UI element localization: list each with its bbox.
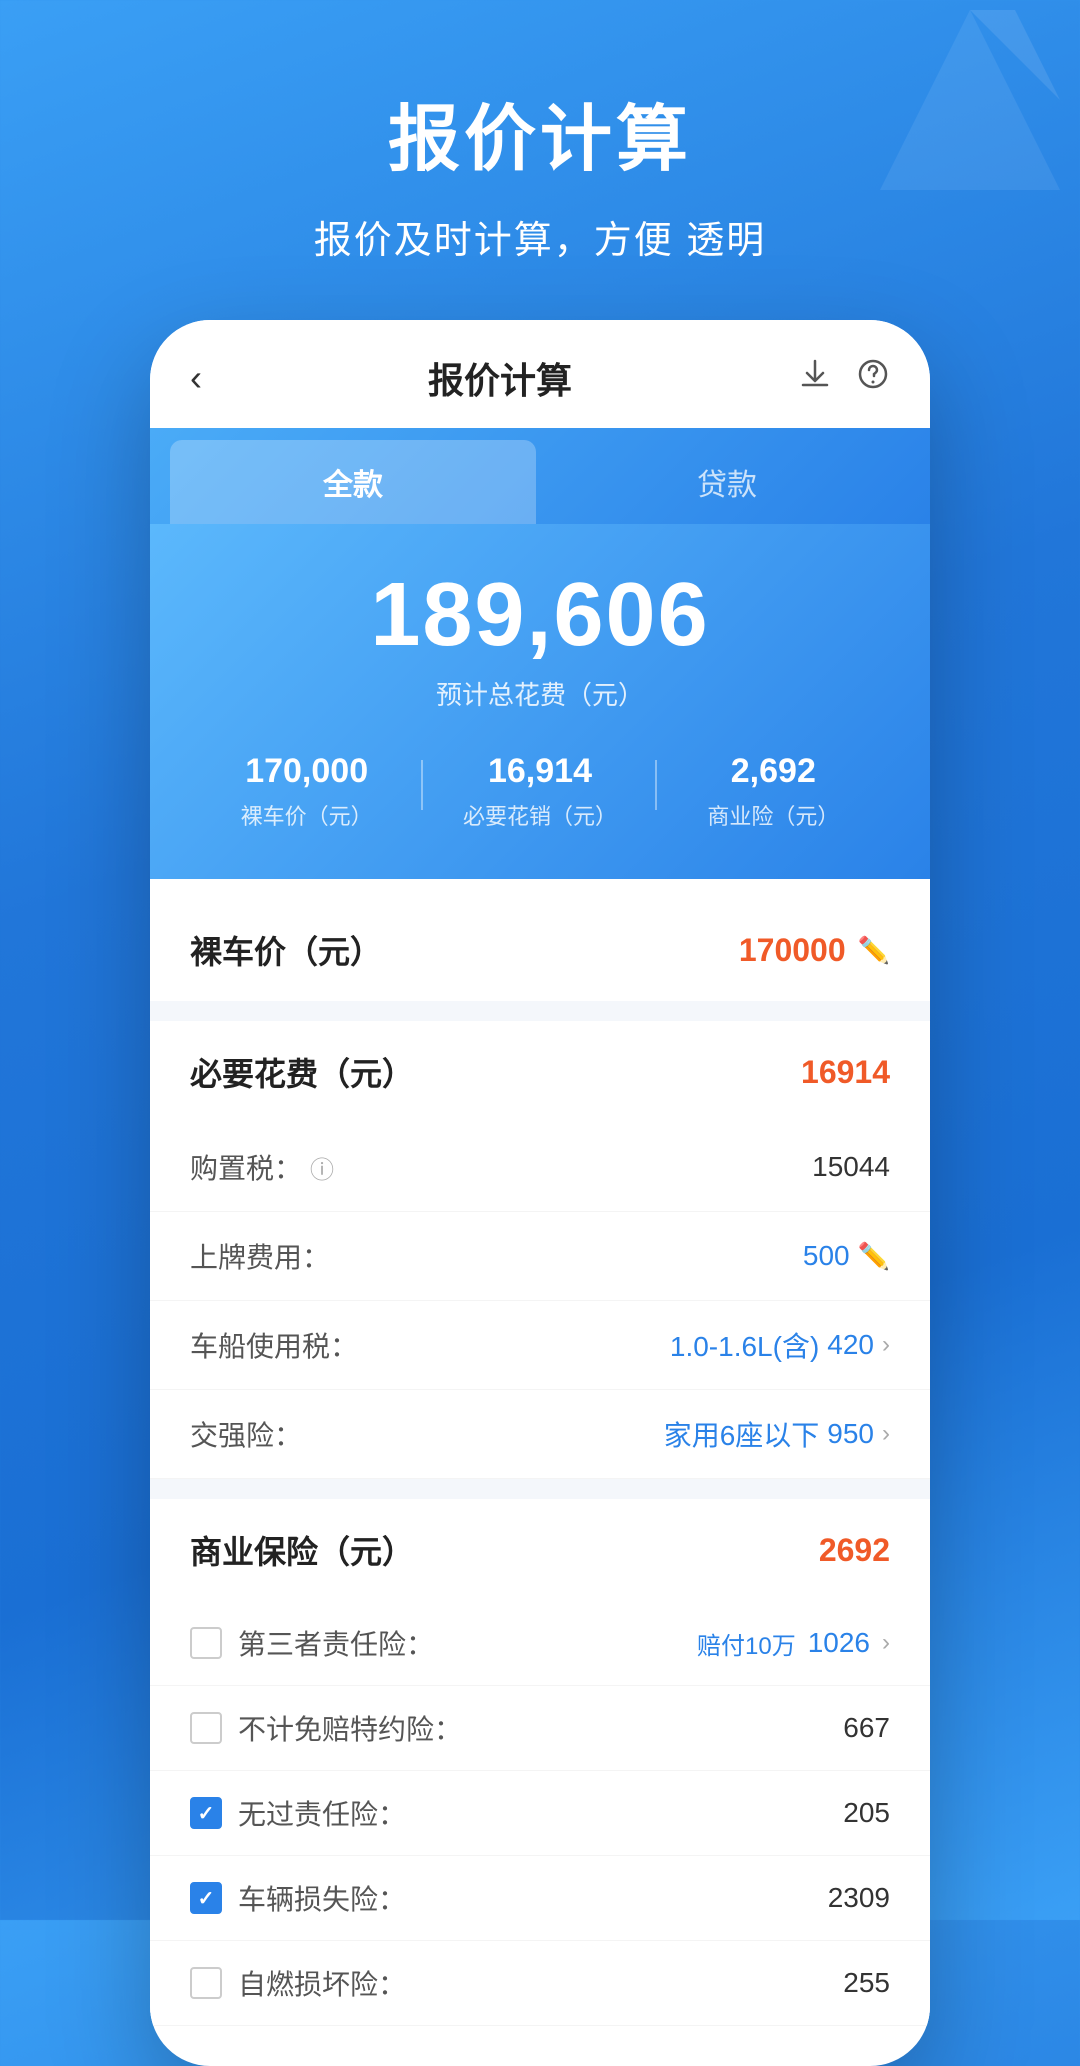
necessary-header: 必要花费（元） 16914 (190, 1049, 890, 1095)
vehicle-loss-value: 2309 (828, 1882, 890, 1914)
nav-title: 报价计算 (428, 352, 572, 404)
back-button[interactable]: ‹ (190, 357, 202, 399)
vehicle-loss-label: 车辆损失险： (238, 1878, 406, 1918)
tabs-bar: 全款 贷款 (150, 428, 930, 524)
necessary-value: 16,914 (423, 752, 656, 791)
spontaneous-combustion-checkbox[interactable] (190, 1967, 222, 1999)
spontaneous-combustion-left: 自燃损坏险： (190, 1963, 406, 2003)
no-deductible-right: 667 (843, 1712, 890, 1744)
necessary-section: 必要花费（元） 16914 (150, 1021, 930, 1123)
third-party-row: 第三者责任险： 赔付10万 1026 › (150, 1601, 930, 1686)
summary-insurance: 2,692 商业险（元） (657, 752, 890, 831)
summary-bare-car: 170,000 裸车价（元） (190, 752, 423, 831)
third-party-right[interactable]: 赔付10万 1026 › (697, 1626, 890, 1661)
total-label: 预计总花费（元） (190, 675, 890, 712)
registration-fee-label: 上牌费用： (190, 1236, 330, 1276)
summary-section: 189,606 预计总花费（元） 170,000 裸车价（元） 16,914 必… (150, 524, 930, 879)
compulsory-insurance-chevron: › (882, 1420, 890, 1448)
phone-nav: ‹ 报价计算 (150, 320, 930, 428)
third-party-value: 1026 (808, 1627, 870, 1659)
no-fault-label: 无过责任险： (238, 1793, 406, 1833)
no-fault-checkbox[interactable] (190, 1797, 222, 1829)
tab-loan[interactable]: 贷款 (544, 440, 910, 524)
necessary-title: 必要花费（元） (190, 1049, 414, 1095)
summary-necessary: 16,914 必要花销（元） (423, 752, 656, 831)
content-area: 裸车价（元） 170000 ✏️ 必要花费（元） 16914 购置税： ⓘ 15… (150, 899, 930, 2026)
third-party-checkbox[interactable] (190, 1627, 222, 1659)
no-fault-row: 无过责任险： 205 (150, 1771, 930, 1856)
purchase-tax-help-icon[interactable]: ⓘ (310, 1150, 334, 1185)
vehicle-tax-chevron: › (882, 1331, 890, 1359)
commercial-insurance-section: 商业保险（元） 2692 (150, 1499, 930, 1601)
third-party-chevron: › (882, 1629, 890, 1657)
vehicle-tax-value[interactable]: 1.0-1.6L(含) 420 › (670, 1325, 890, 1365)
spontaneous-combustion-row: 自燃损坏险： 255 (150, 1941, 930, 2026)
commercial-insurance-total: 2692 (819, 1532, 890, 1569)
page-subtitle: 报价及时计算，方便 透明 (40, 209, 1040, 264)
necessary-total: 16914 (801, 1054, 890, 1091)
no-fault-right: 205 (843, 1797, 890, 1829)
compulsory-insurance-row[interactable]: 交强险： 家用6座以下 950 › (150, 1390, 930, 1479)
third-party-left: 第三者责任险： (190, 1623, 434, 1663)
bare-car-value-edit[interactable]: 170000 ✏️ (739, 932, 890, 969)
registration-fee-row: 上牌费用： 500 ✏️ (150, 1212, 930, 1301)
third-party-tag: 赔付10万 (697, 1626, 796, 1661)
no-deductible-value: 667 (843, 1712, 890, 1744)
registration-edit-icon[interactable]: ✏️ (858, 1241, 890, 1272)
compulsory-insurance-label: 交强险： (190, 1414, 302, 1454)
no-fault-value: 205 (843, 1797, 890, 1829)
vehicle-tax-row[interactable]: 车船使用税： 1.0-1.6L(含) 420 › (150, 1301, 930, 1390)
total-amount: 189,606 (190, 564, 890, 667)
insurance-label: 商业险（元） (657, 799, 890, 831)
no-deductible-row: 不计免赔特约险： 667 (150, 1686, 930, 1771)
insurance-value: 2,692 (657, 752, 890, 791)
spontaneous-combustion-label: 自燃损坏险： (238, 1963, 406, 2003)
compulsory-insurance-value[interactable]: 家用6座以下 950 › (664, 1414, 890, 1454)
vehicle-loss-left: 车辆损失险： (190, 1878, 406, 1918)
purchase-tax-label: 购置税： ⓘ (190, 1147, 334, 1187)
vehicle-tax-tag: 1.0-1.6L(含) (670, 1325, 819, 1365)
vehicle-loss-right: 2309 (828, 1882, 890, 1914)
purchase-tax-row: 购置税： ⓘ 15044 (150, 1123, 930, 1212)
bare-car-header: 裸车价（元） 170000 ✏️ (190, 927, 890, 973)
commercial-insurance-title: 商业保险（元） (190, 1527, 414, 1573)
vehicle-loss-checkbox[interactable] (190, 1882, 222, 1914)
vehicle-tax-label: 车船使用税： (190, 1325, 358, 1365)
no-deductible-checkbox[interactable] (190, 1712, 222, 1744)
purchase-tax-value: 15044 (812, 1151, 890, 1183)
vehicle-loss-row: 车辆损失险： 2309 (150, 1856, 930, 1941)
bare-car-value: 170,000 (190, 752, 423, 791)
phone-mockup: ‹ 报价计算 全款 贷款 189,606 (150, 320, 930, 2066)
compulsory-insurance-tag: 家用6座以下 (664, 1414, 820, 1454)
bare-car-label: 裸车价（元） (190, 799, 423, 831)
help-icon[interactable] (856, 357, 890, 399)
spontaneous-combustion-right: 255 (843, 1967, 890, 1999)
no-deductible-label: 不计免赔特约险： (238, 1708, 462, 1748)
summary-row: 170,000 裸车价（元） 16,914 必要花销（元） 2,692 商业险（… (190, 752, 890, 831)
necessary-label: 必要花销（元） (423, 799, 656, 831)
bare-car-edit-icon[interactable]: ✏️ (858, 935, 890, 966)
no-fault-left: 无过责任险： (190, 1793, 406, 1833)
bare-car-title: 裸车价（元） (190, 927, 382, 973)
no-deductible-left: 不计免赔特约险： (190, 1708, 462, 1748)
bare-car-section: 裸车价（元） 170000 ✏️ (150, 899, 930, 1001)
tab-full-payment[interactable]: 全款 (170, 440, 536, 524)
registration-fee-value[interactable]: 500 ✏️ (803, 1240, 890, 1272)
spontaneous-combustion-value: 255 (843, 1967, 890, 1999)
third-party-label: 第三者责任险： (238, 1623, 434, 1663)
download-icon[interactable] (798, 357, 832, 399)
nav-icons (798, 357, 890, 399)
commercial-insurance-header: 商业保险（元） 2692 (190, 1527, 890, 1573)
